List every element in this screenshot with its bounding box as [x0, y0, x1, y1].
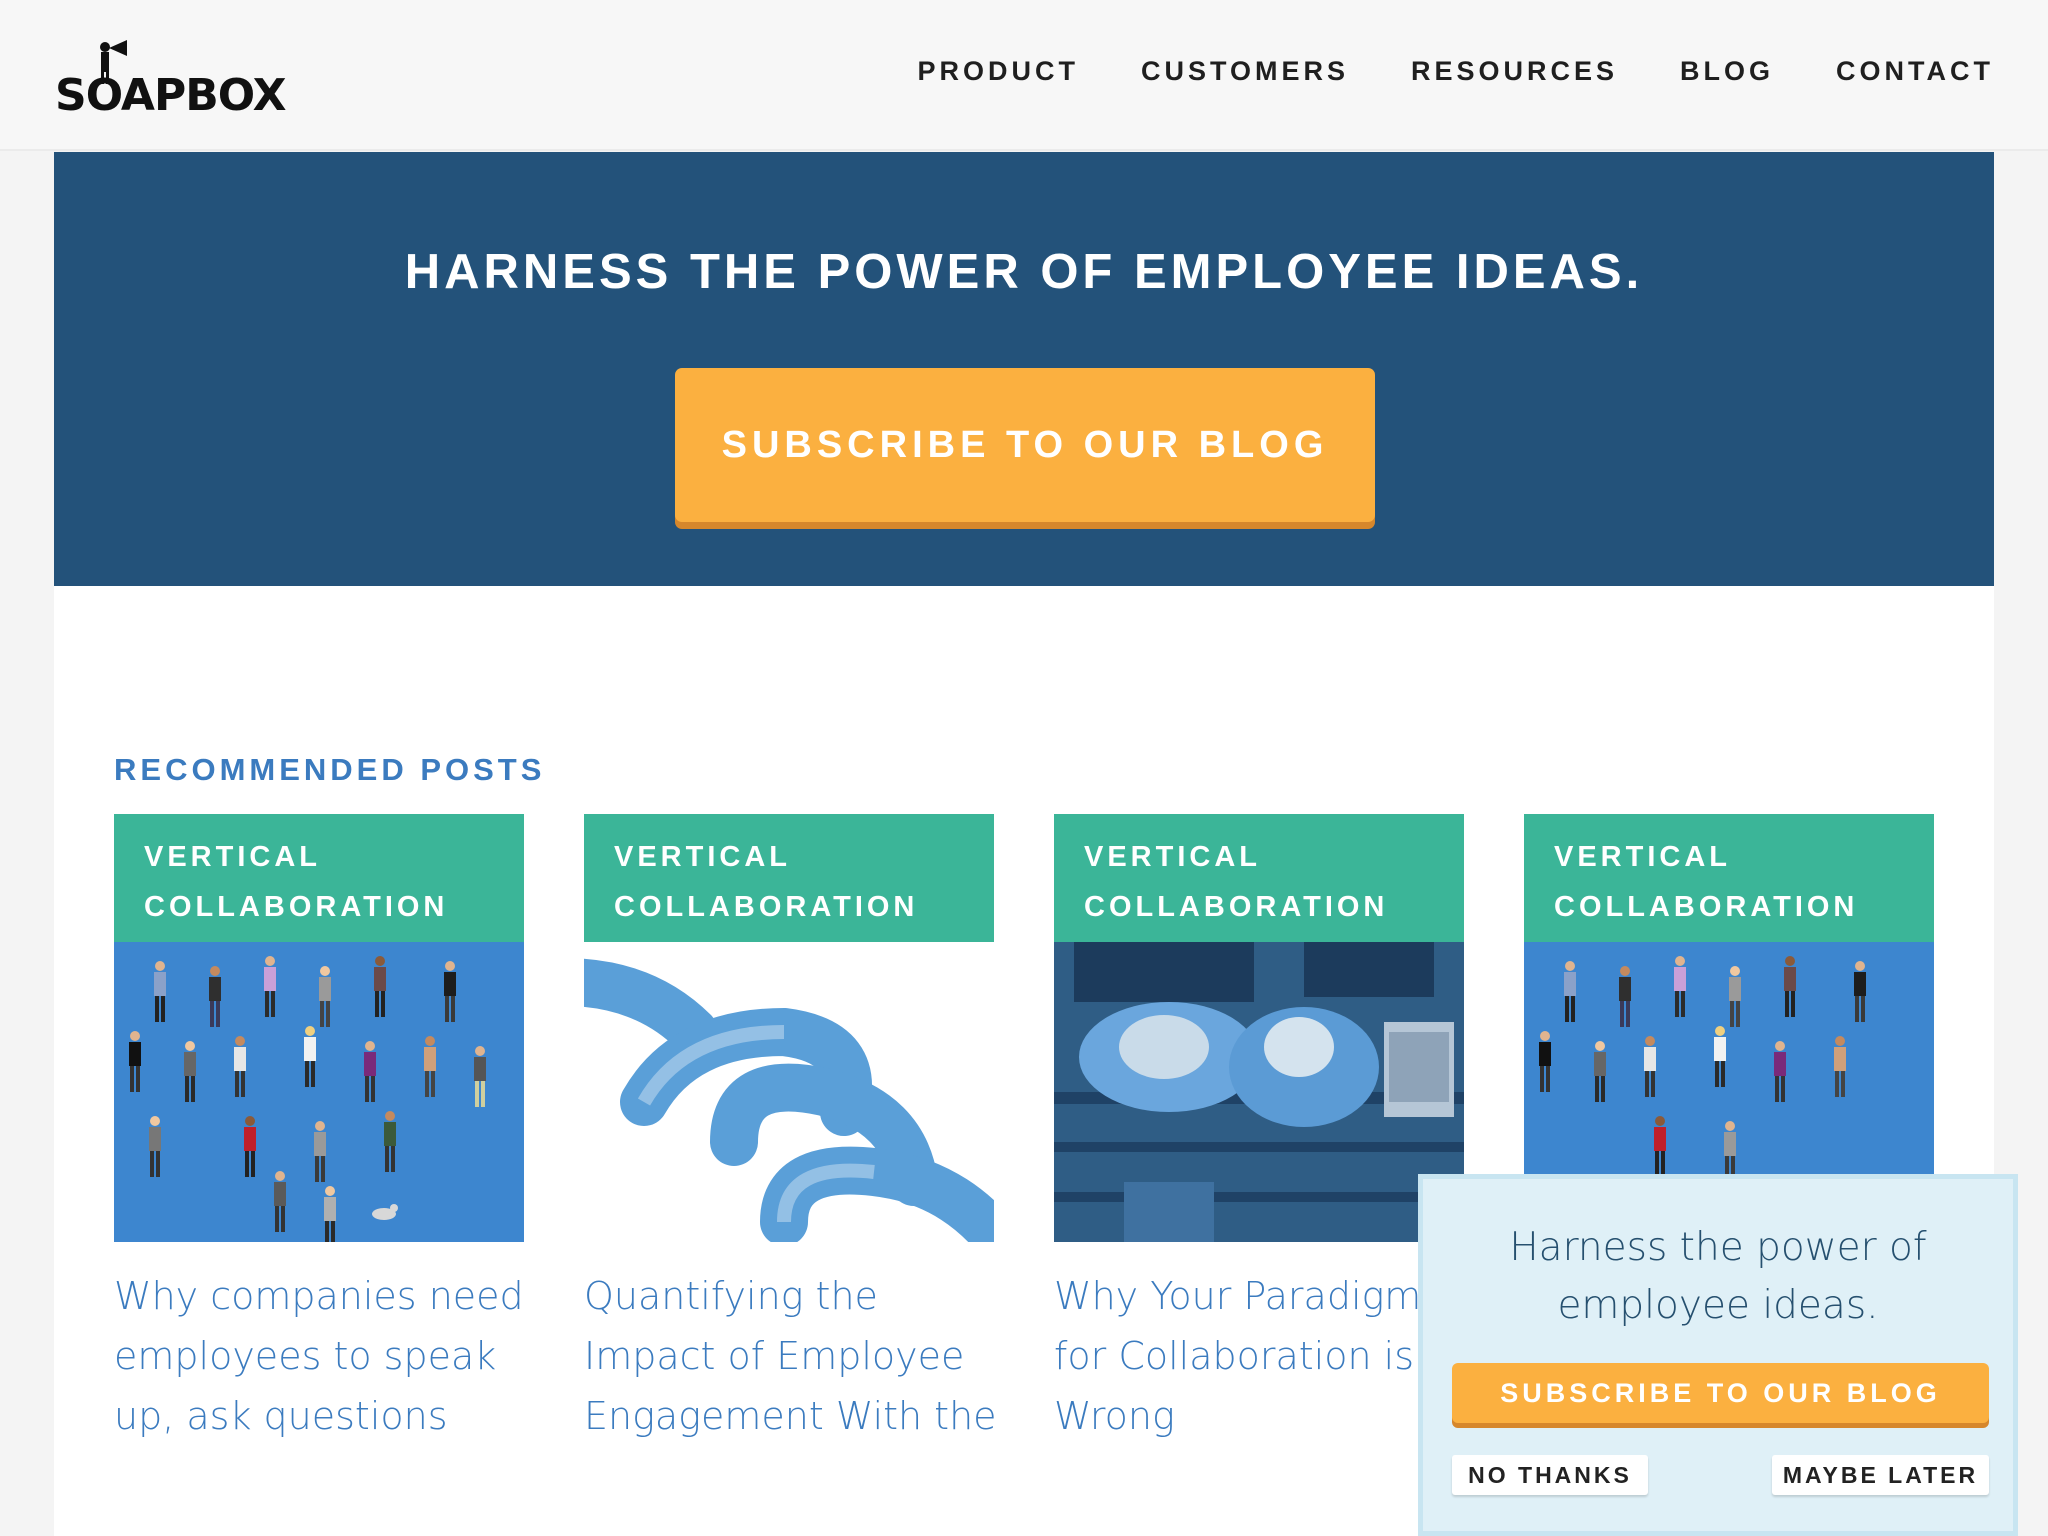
site-header: SOAPBOX PRODUCT CUSTOMERS RESOURCES BLOG… [0, 0, 2048, 151]
post-card[interactable]: VERTICAL COLLABORATION Why Your Paradigm… [1054, 814, 1464, 1446]
nav-product[interactable]: PRODUCT [917, 56, 1079, 87]
main-nav: PRODUCT CUSTOMERS RESOURCES BLOG CONTACT [917, 56, 1994, 87]
nav-contact[interactable]: CONTACT [1836, 56, 1994, 87]
hero-subscribe-button[interactable]: SUBSCRIBE TO OUR BLOG [675, 368, 1375, 522]
chain-link-image[interactable] [584, 942, 994, 1242]
popup-subscribe-button[interactable]: SUBSCRIBE TO OUR BLOG [1452, 1363, 1989, 1423]
post-category-tag[interactable]: VERTICAL COLLABORATION [1524, 814, 1934, 942]
hero-title: HARNESS THE POWER OF EMPLOYEE IDEAS. [404, 245, 1644, 299]
post-category-tag[interactable]: VERTICAL COLLABORATION [584, 814, 994, 942]
nav-resources[interactable]: RESOURCES [1411, 56, 1618, 87]
maybe-later-button[interactable]: MAYBE LATER [1772, 1455, 1989, 1495]
nav-blog[interactable]: BLOG [1680, 56, 1774, 87]
crowd-illustration-image[interactable] [114, 942, 524, 1242]
post-title-link[interactable]: Quantifying the Impact of Employee Engag… [584, 1266, 1014, 1446]
post-card[interactable]: VERTICAL COLLABORATION Quantifying the I… [584, 814, 997, 1446]
hero-banner: HARNESS THE POWER OF EMPLOYEE IDEAS. SUB… [54, 152, 1994, 586]
post-category-tag[interactable]: VERTICAL COLLABORATION [114, 814, 524, 942]
post-category-tag[interactable]: VERTICAL COLLABORATION [1054, 814, 1464, 942]
logo-wordmark: SOAPBOX [55, 70, 287, 121]
subscribe-popup: Harness the power of employee ideas. SUB… [1418, 1174, 2018, 1536]
nav-customers[interactable]: CUSTOMERS [1141, 56, 1349, 87]
people-laptop-image[interactable] [1054, 942, 1464, 1242]
popup-message: Harness the power of employee ideas. [1509, 1225, 1927, 1328]
post-title-link[interactable]: Why companies need employees to speak up… [114, 1266, 544, 1446]
post-title-link[interactable]: Why Your Paradigm for Collaboration is W… [1054, 1266, 1424, 1446]
no-thanks-button[interactable]: NO THANKS [1452, 1455, 1648, 1495]
post-card[interactable]: VERTICAL COLLABORATION [114, 814, 524, 1446]
soapbox-logo[interactable]: SOAPBOX [55, 38, 287, 118]
recommended-posts-heading: RECOMMENDED POSTS [114, 752, 546, 787]
